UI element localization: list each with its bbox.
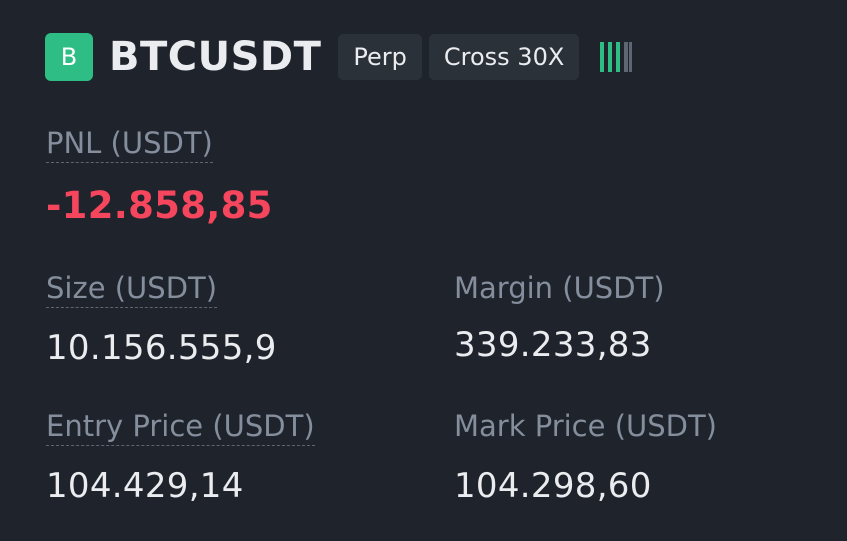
margin-label: Margin (USDT) [454,271,665,305]
size-value: 10.156.555,9 [46,328,277,368]
pnl-value: -12.858,85 [46,184,273,227]
mark-price-value: 104.298,60 [454,466,652,506]
margin-value: 339.233,83 [454,325,652,365]
size-label[interactable]: Size (USDT) [46,270,218,308]
entry-price-label[interactable]: Entry Price (USDT) [46,408,315,446]
signal-strength-icon [599,34,633,80]
position-header: B BTCUSDT Perp Cross 30X [45,33,633,81]
position-card[interactable]: B BTCUSDT Perp Cross 30X PNL (USDT) -12.… [0,0,847,541]
mark-price-label: Mark Price (USDT) [454,409,717,443]
symbol-badge: B [45,33,93,81]
entry-price-value: 104.429,14 [46,466,244,506]
pnl-label[interactable]: PNL (USDT) [46,125,213,163]
perp-tag: Perp [338,34,422,80]
symbol-title[interactable]: BTCUSDT [109,33,321,81]
leverage-tag[interactable]: Cross 30X [428,34,580,80]
